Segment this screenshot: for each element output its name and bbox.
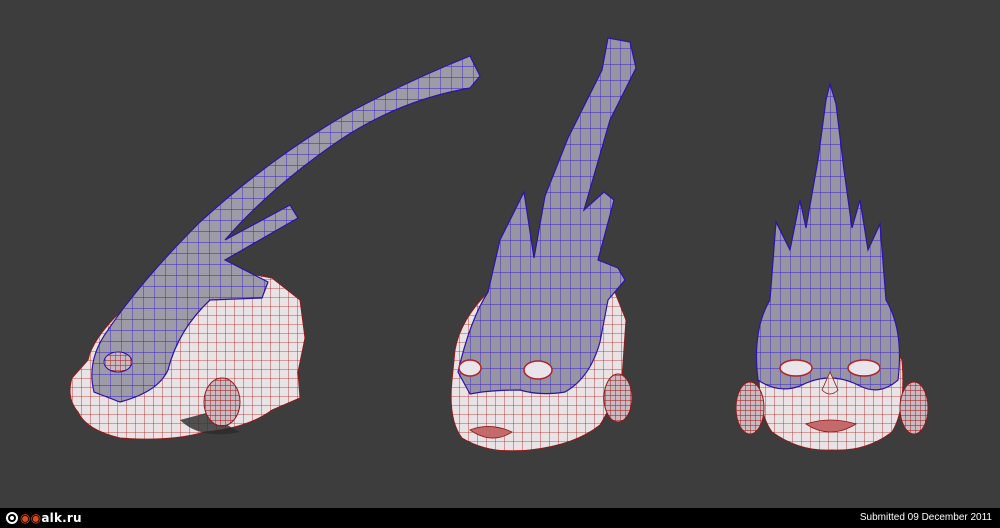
screenshot-frame: ◉◉ alk.ru Submitted 09 December 2011: [0, 0, 1000, 528]
logo-ring-icon: [6, 512, 18, 524]
submitted-date-label: Submitted 09 December 2011: [859, 512, 992, 523]
logo-accent-text: ◉◉: [20, 511, 42, 525]
three-quarter-view-model: [450, 37, 637, 452]
front-view-model: [735, 81, 929, 451]
threequarter-ear-mesh: [603, 373, 633, 423]
footer-bar: ◉◉ alk.ru Submitted 09 December 2011: [0, 508, 1000, 528]
front-mask-mesh: [755, 81, 901, 391]
front-left-ear-mesh: [735, 381, 765, 435]
logo-text: alk.ru: [41, 511, 82, 525]
front-right-ear-mesh: [899, 381, 929, 435]
site-logo[interactable]: ◉◉ alk.ru: [6, 510, 82, 526]
side-view-model: [69, 55, 481, 440]
side-ear-mesh: [203, 377, 241, 427]
render-viewport: [69, 37, 929, 452]
